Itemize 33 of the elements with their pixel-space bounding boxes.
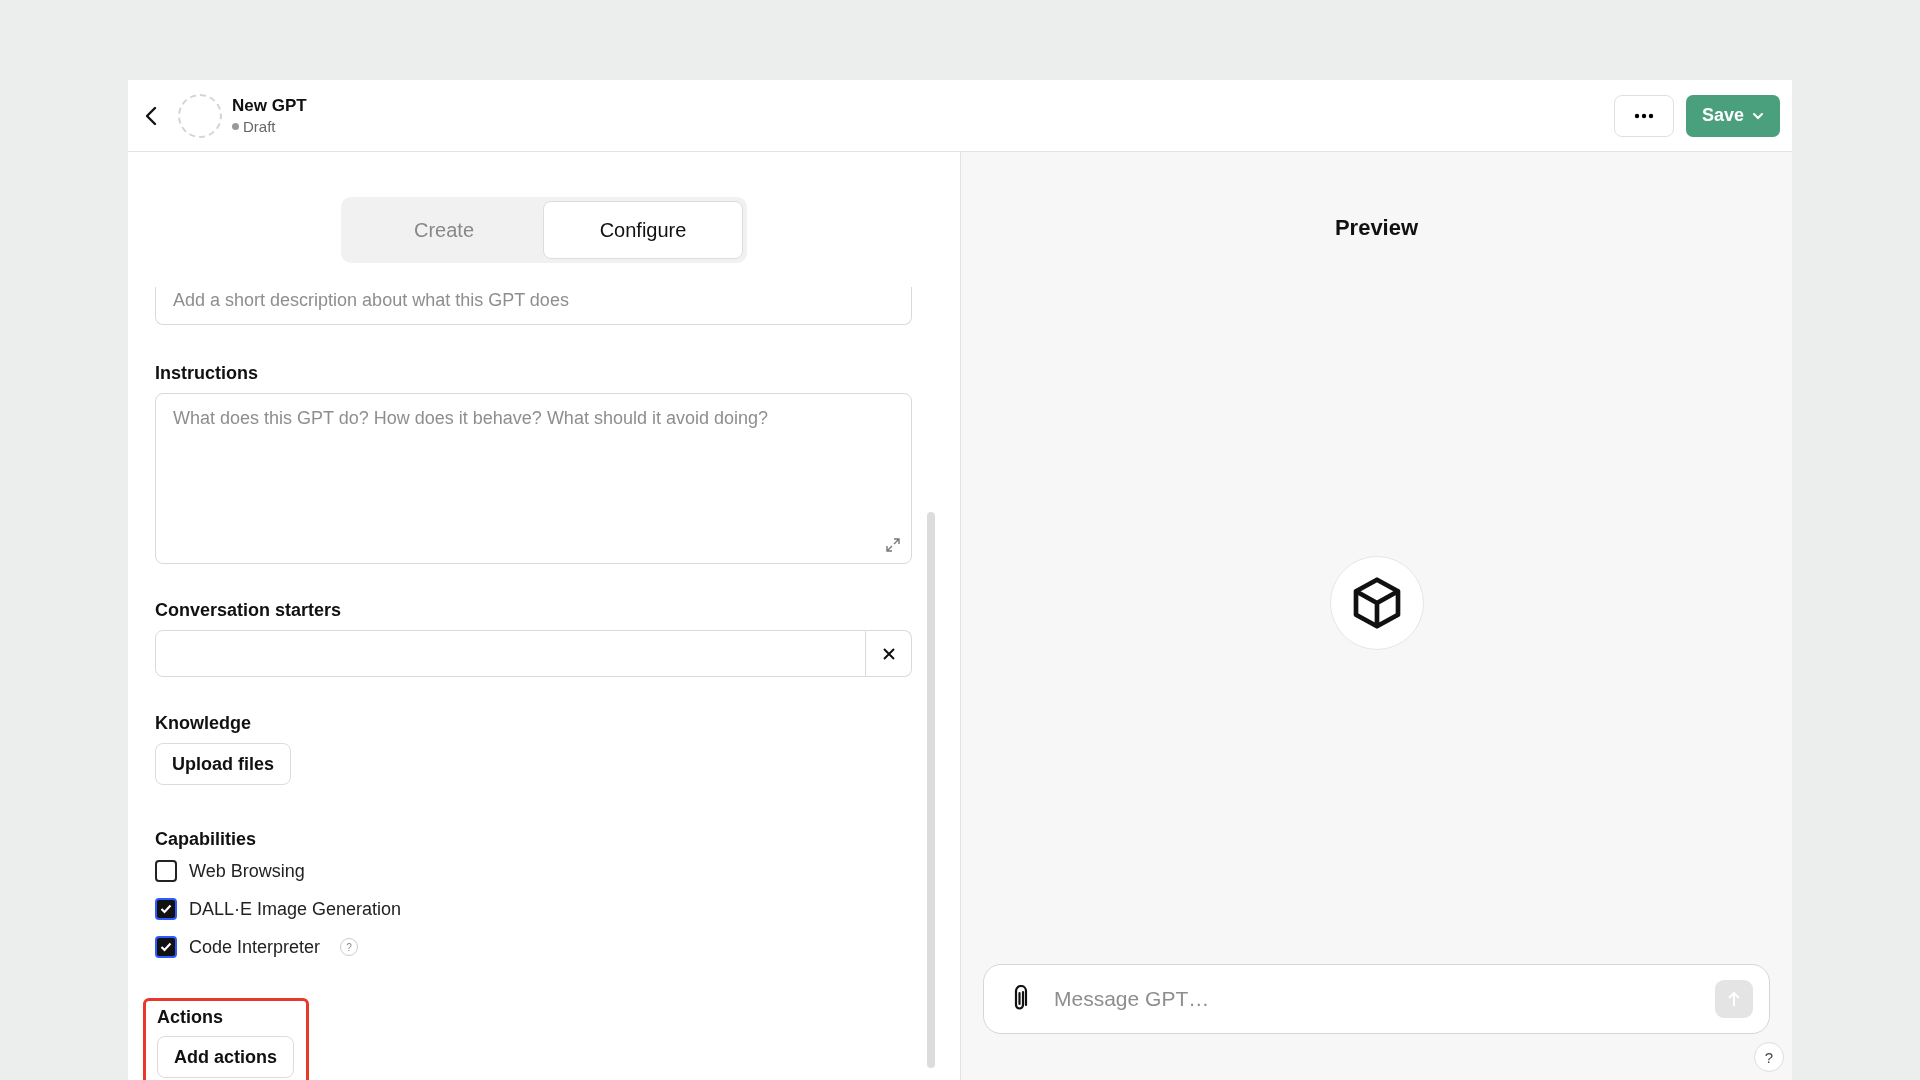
more-icon — [1633, 112, 1654, 119]
checkbox[interactable] — [155, 936, 177, 958]
gpt-title: New GPT — [232, 96, 307, 116]
conversation-starter-field[interactable] — [155, 630, 866, 677]
mode-tab[interactable]: Configure — [543, 201, 743, 259]
arrow-up-icon — [1727, 991, 1741, 1007]
capabilities-label: Capabilities — [155, 829, 257, 850]
capability-label: Web Browsing — [189, 860, 305, 882]
instructions-label: Instructions — [155, 363, 258, 384]
add-actions-button[interactable]: Add actions — [157, 1036, 294, 1078]
capability-label: DALL·E Image Generation — [189, 898, 402, 920]
conversation-starters-label: Conversation starters — [155, 600, 342, 621]
message-field[interactable]: Message GPT… — [983, 964, 1770, 1034]
description-field[interactable]: Add a short description about what this GPT does — [155, 287, 912, 325]
close-icon — [882, 647, 895, 660]
instructions-field[interactable]: What does this GPT do? How does it behave? What should it avoid doing? — [155, 393, 912, 564]
capability-label: Code Interpreter — [189, 936, 321, 958]
help-button[interactable]: ? — [1754, 1042, 1784, 1072]
preview-title: Preview — [1334, 215, 1419, 241]
knowledge-label: Knowledge — [155, 713, 251, 734]
chevron-down-icon — [1752, 111, 1764, 120]
checkbox[interactable] — [155, 898, 177, 920]
upload-files-button[interactable]: Upload files — [155, 743, 291, 785]
checkmark-icon — [160, 904, 172, 914]
expand-icon[interactable] — [886, 538, 900, 552]
scrollbar[interactable] — [927, 512, 935, 1068]
status-label: Draft — [243, 118, 276, 135]
actions-label: Actions — [157, 1007, 223, 1028]
message-input[interactable]: Message GPT… — [1052, 986, 1693, 1012]
checkbox[interactable] — [155, 860, 177, 882]
status-dot-icon — [232, 123, 239, 130]
remove-starter-button[interactable] — [866, 630, 912, 677]
checkmark-icon — [160, 942, 172, 952]
